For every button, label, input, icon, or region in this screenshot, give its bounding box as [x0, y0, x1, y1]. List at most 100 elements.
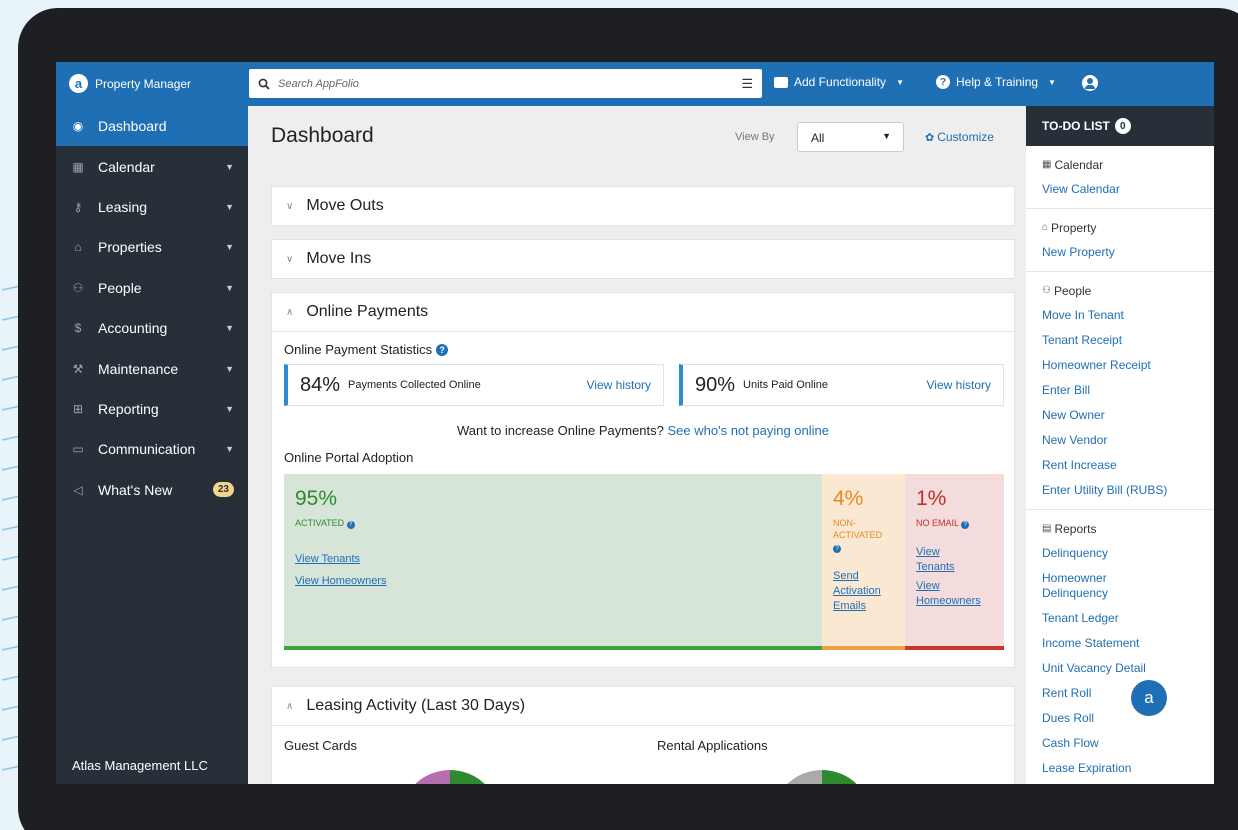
view-history-link[interactable]: View history: [587, 378, 651, 392]
brand[interactable]: a Property Manager: [69, 74, 191, 93]
search-bar[interactable]: Search AppFolio ☰: [249, 69, 762, 98]
search-icon: [258, 78, 270, 90]
sidebar-item-label: Communication: [98, 441, 196, 458]
help-icon[interactable]: ?: [346, 521, 355, 529]
todo-link[interactable]: Tenant Ledger: [1042, 606, 1214, 631]
stats-title-text: Online Payment Statistics: [284, 342, 433, 357]
todo-link[interactable]: New Vendor: [1042, 428, 1214, 453]
view-history-link[interactable]: View history: [927, 378, 991, 392]
add-functionality-label: Add Functionality: [794, 75, 887, 89]
sidebar-item-label: Accounting: [98, 320, 168, 337]
add-functionality-menu[interactable]: Add Functionality ▼: [774, 75, 904, 89]
sidebar-item-label: What's New: [98, 481, 173, 498]
customize-label: Customize: [937, 130, 994, 144]
people-icon: ⚇: [72, 280, 84, 295]
gear-icon: ✿: [925, 132, 935, 144]
chevron-down-icon: ∨: [286, 253, 294, 265]
rental-applications-pie[interactable]: [772, 770, 872, 784]
user-icon[interactable]: [1082, 75, 1098, 91]
sidebar-item-calendar[interactable]: ▦ Calendar ▼: [56, 146, 248, 186]
view-homeowners-link[interactable]: View Homeowners: [295, 574, 811, 589]
customize-button[interactable]: ✿ Customize: [925, 130, 994, 144]
todo-header: TO-DO LIST 0: [1026, 106, 1214, 146]
todo-link[interactable]: Lease Expiration: [1042, 756, 1214, 781]
view-by-label: View By: [735, 131, 775, 143]
store-icon: [774, 76, 788, 88]
todo-section-title: People: [1053, 283, 1092, 298]
sidebar-item-label: Calendar: [98, 158, 155, 175]
help-icon[interactable]: ?: [436, 344, 449, 356]
activated-bar: [284, 646, 822, 650]
todo-list: TO-DO LIST 0 ▦ Calendar View Calendar ⌂ Pr…: [1026, 106, 1214, 784]
help-training-menu[interactable]: ? Help & Training ▼: [936, 75, 1056, 89]
sidebar-item-accounting[interactable]: $ Accounting ▼: [56, 308, 248, 348]
not-paying-online-link[interactable]: See who's not paying online: [668, 423, 829, 438]
view-homeowners-link[interactable]: View Homeowners: [916, 579, 993, 609]
sidebar-item-reporting[interactable]: ⊞ Reporting ▼: [56, 389, 248, 429]
move-ins-panel[interactable]: ∨ Move Ins: [271, 239, 1015, 279]
todo-link[interactable]: Delinquency: [1042, 541, 1214, 566]
chevron-up-icon: ∧: [286, 306, 294, 318]
send-activation-emails-link[interactable]: Send Activation Emails: [833, 569, 893, 614]
new-property-link[interactable]: New Property: [1042, 240, 1214, 265]
view-by-select[interactable]: All ▼: [797, 122, 904, 152]
main-content: Dashboard View By All ▼ ✿ Customize ∨ Move…: [248, 106, 1026, 784]
leasing-activity-panel: ∧ Leasing Activity (Last 30 Days) Guest C…: [271, 686, 1015, 784]
promo-label: Want to increase Online Payments?: [456, 423, 664, 438]
guest-cards-pie[interactable]: [400, 770, 500, 784]
todo-link[interactable]: New Owner: [1042, 403, 1214, 428]
search-input[interactable]: Search AppFolio: [278, 78, 741, 90]
todo-link[interactable]: Enter Bill: [1042, 378, 1214, 403]
sidebar-item-properties[interactable]: ⌂ Properties ▼: [56, 227, 248, 267]
sidebar-item-label: Reporting: [98, 400, 159, 417]
online-payments-header[interactable]: ∧ Online Payments: [272, 293, 1014, 331]
company-name[interactable]: Atlas Management LLC: [72, 758, 208, 773]
sidebar-item-people[interactable]: ⚇ People ▼: [56, 268, 248, 308]
home-icon: ⌂: [74, 240, 82, 255]
todo-link[interactable]: Unit Vacancy Detail: [1042, 656, 1214, 681]
leasing-activity-header[interactable]: ∧ Leasing Activity (Last 30 Days): [272, 687, 1014, 725]
reports-icon: ▤: [1042, 523, 1052, 534]
todo-link[interactable]: Cash Flow: [1042, 731, 1214, 756]
sidebar-item-leasing[interactable]: ⚷ Leasing ▼: [56, 187, 248, 227]
todo-link[interactable]: Tenant Receipt: [1042, 328, 1214, 353]
panel-title: Move Ins: [306, 250, 372, 267]
stat-percent: 84%: [300, 373, 341, 396]
question-icon: ?: [936, 75, 950, 89]
todo-link[interactable]: Income Statement: [1042, 631, 1214, 656]
status-label: NON-ACTIVATED: [833, 518, 883, 540]
chevron-down-icon: ▼: [225, 444, 234, 455]
app-screen: a Property Manager Search AppFolio ☰ Add…: [56, 62, 1214, 784]
help-icon[interactable]: ?: [961, 521, 970, 529]
view-by-value: All: [811, 131, 825, 145]
sidebar-item-label: Dashboard: [98, 118, 167, 135]
view-tenants-link[interactable]: View Tenants: [916, 545, 956, 575]
status-label: NO EMAIL: [916, 518, 959, 528]
view-tenants-link[interactable]: View Tenants: [295, 552, 811, 567]
chevron-up-icon: ∧: [286, 700, 294, 712]
rental-applications-title: Rental Applications: [657, 738, 768, 753]
people-icon: ⚇: [1042, 285, 1051, 296]
sidebar-item-dashboard[interactable]: ◉ Dashboard: [56, 106, 248, 147]
filter-icon[interactable]: ☰: [741, 76, 753, 92]
todo-link[interactable]: Homeowner Delinquency: [1042, 566, 1142, 606]
move-outs-panel[interactable]: ∨ Move Outs: [271, 186, 1015, 226]
todo-link[interactable]: Move In Tenant: [1042, 303, 1214, 328]
help-icon[interactable]: ?: [833, 545, 841, 553]
megaphone-icon: ◁: [73, 482, 83, 497]
sidebar-item-maintenance[interactable]: ⚒ Maintenance ▼: [56, 348, 248, 388]
todo-link[interactable]: Rent Roll: [1042, 681, 1214, 706]
todo-link[interactable]: Rent Increase: [1042, 453, 1214, 478]
todo-link[interactable]: Homeowner Receipt: [1042, 353, 1214, 378]
sidebar-item-whats-new[interactable]: ◁ What's New 23: [56, 470, 248, 510]
chat-button[interactable]: a: [1131, 680, 1167, 716]
chevron-down-icon: ∨: [286, 200, 294, 212]
todo-link[interactable]: Enter Utility Bill (RUBS): [1042, 478, 1214, 503]
sidebar-item-communication[interactable]: ▭ Communication ▼: [56, 429, 248, 469]
stat-percent: 90%: [695, 373, 736, 396]
view-calendar-link[interactable]: View Calendar: [1042, 177, 1214, 202]
whats-new-badge: 23: [212, 482, 234, 498]
todo-link[interactable]: Dues Roll: [1042, 706, 1214, 731]
appfolio-logo-icon: a: [69, 74, 88, 93]
panel-title: Leasing Activity (Last 30 Days): [306, 697, 526, 714]
